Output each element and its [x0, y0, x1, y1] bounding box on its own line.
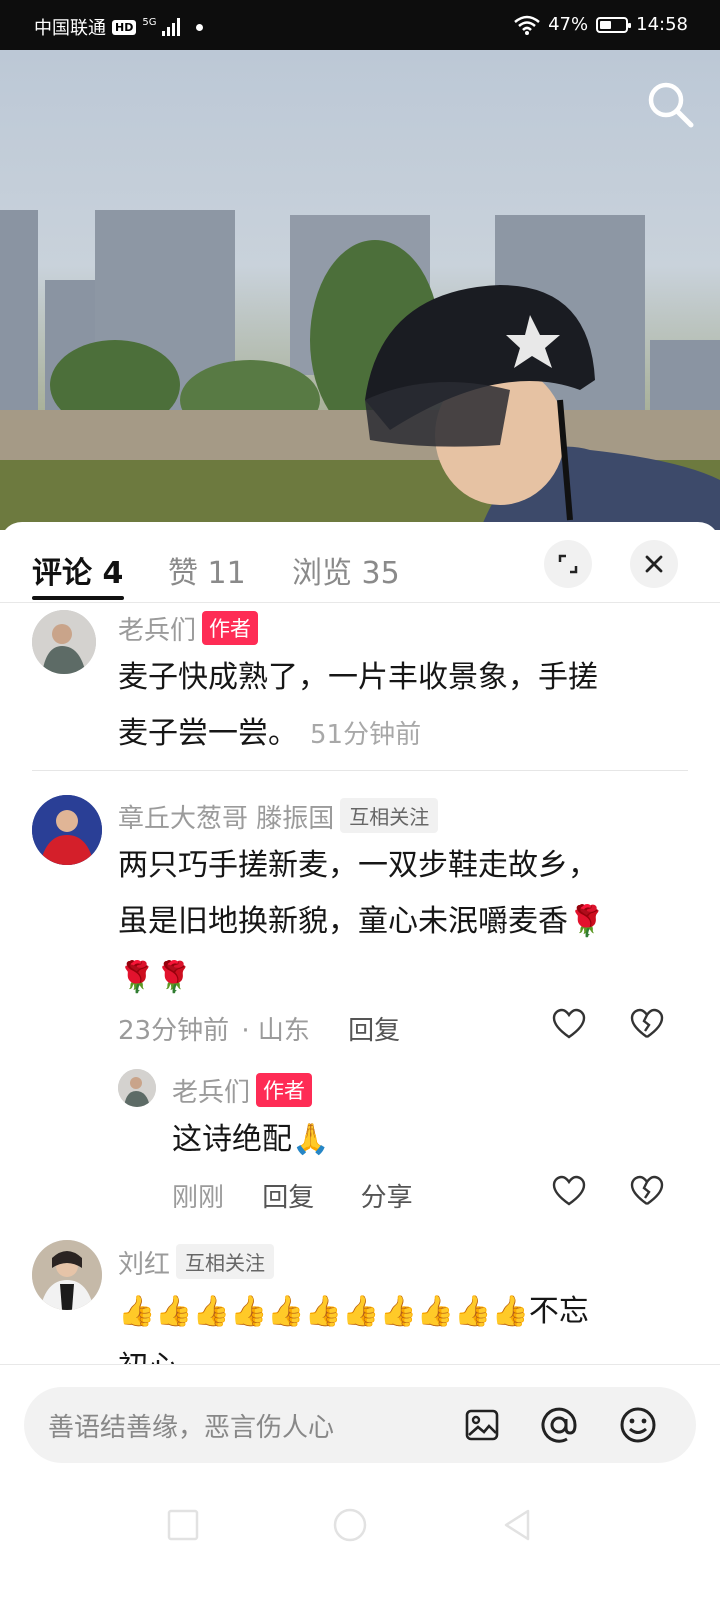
- recent-apps-icon[interactable]: [166, 1508, 200, 1542]
- input-placeholder: 善语结善缘，恶言伤人心: [48, 1413, 335, 1443]
- comment-item: 刘红互相关注 👍👍👍👍👍👍👍👍👍👍👍不忘 初心: [0, 0, 720, 1364]
- system-nav-bar: [0, 1494, 720, 1612]
- back-icon[interactable]: [500, 1507, 534, 1543]
- comment-text: 👍👍👍👍👍👍👍👍👍👍👍不忘 初心: [118, 1284, 678, 1364]
- home-icon[interactable]: [332, 1507, 368, 1543]
- emoji-icon[interactable]: [618, 1405, 658, 1445]
- at-icon[interactable]: [540, 1406, 578, 1444]
- comment-input[interactable]: 善语结善缘，恶言伤人心: [24, 1387, 696, 1463]
- comment-username-row: 刘红 互相关注: [118, 1244, 275, 1281]
- image-icon[interactable]: [464, 1407, 500, 1443]
- comment-line: 👍👍👍👍👍👍👍👍👍👍👍不忘: [118, 1294, 589, 1329]
- avatar[interactable]: [32, 1240, 102, 1310]
- username[interactable]: 刘红: [118, 1250, 170, 1280]
- mutual-follow-badge: 互相关注: [176, 1244, 275, 1279]
- comment-line: 初心: [118, 1340, 678, 1364]
- comment-input-bar: 善语结善缘，恶言伤人心: [0, 1364, 720, 1495]
